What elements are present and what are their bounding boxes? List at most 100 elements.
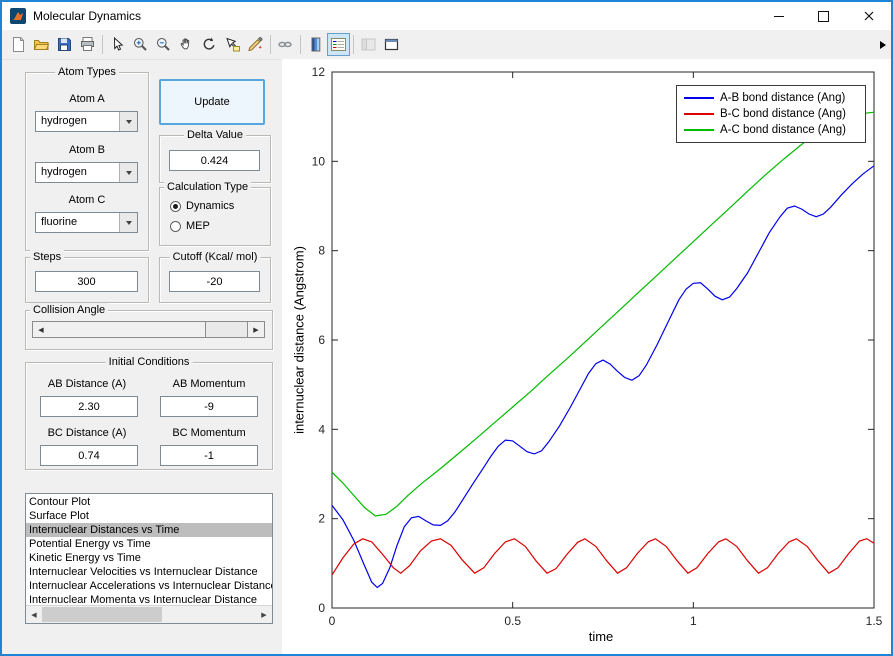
ab-momentum-label: AB Momentum bbox=[152, 378, 266, 390]
ab-distance-label: AB Distance (A) bbox=[28, 378, 146, 390]
ab-distance-input[interactable] bbox=[40, 396, 138, 417]
title-bar[interactable]: Molecular Dynamics bbox=[2, 2, 891, 30]
list-item[interactable]: Kinetic Energy vs Time bbox=[26, 551, 272, 565]
legend-line-sample-green bbox=[684, 129, 714, 131]
ab-momentum-input[interactable] bbox=[160, 396, 258, 417]
collision-angle-slider[interactable]: ◀ ▶ bbox=[32, 321, 265, 338]
svg-text:10: 10 bbox=[312, 154, 326, 168]
slider-right-arrow-icon[interactable]: ▶ bbox=[247, 322, 264, 337]
chevron-down-icon bbox=[126, 171, 132, 175]
x-axis-label: time bbox=[589, 629, 614, 644]
legend-entry: A-B bond distance (Ang) bbox=[677, 90, 865, 106]
slider-thumb[interactable] bbox=[49, 322, 206, 337]
toolbar-separator bbox=[102, 35, 103, 54]
list-item[interactable]: Potential Energy vs Time bbox=[26, 537, 272, 551]
plot-type-list[interactable]: Contour PlotSurface PlotInternuclear Dis… bbox=[25, 493, 273, 624]
data-cursor-icon[interactable] bbox=[221, 33, 244, 56]
atom-a-select[interactable]: hydrogen bbox=[35, 111, 138, 132]
atom-c-label: Atom C bbox=[26, 194, 148, 206]
atom-c-value: fluorine bbox=[41, 216, 77, 228]
close-icon bbox=[864, 11, 874, 21]
rotate-3d-icon[interactable] bbox=[198, 33, 221, 56]
radio-dynamics[interactable]: Dynamics bbox=[170, 200, 234, 212]
svg-text:0: 0 bbox=[329, 614, 336, 628]
legend-label: A-B bond distance (Ang) bbox=[720, 92, 845, 104]
toolbar-overflow-icon[interactable] bbox=[880, 41, 886, 49]
scrollbar-thumb[interactable] bbox=[42, 607, 162, 622]
list-item[interactable]: Internuclear Velocities vs Internuclear … bbox=[26, 565, 272, 579]
radio-mep-label: MEP bbox=[186, 220, 210, 232]
steps-panel: Steps bbox=[25, 257, 149, 303]
atom-b-select[interactable]: hydrogen bbox=[35, 162, 138, 183]
list-horizontal-scrollbar[interactable]: ◀ ▶ bbox=[26, 605, 272, 623]
print-figure-icon[interactable] bbox=[76, 33, 99, 56]
edit-plot-icon[interactable] bbox=[106, 33, 129, 56]
save-figure-icon[interactable] bbox=[53, 33, 76, 56]
minimize-button[interactable] bbox=[756, 2, 801, 30]
zoom-out-icon[interactable] bbox=[152, 33, 175, 56]
calculation-type-panel: Calculation Type Dynamics MEP bbox=[159, 187, 271, 246]
slider-left-arrow-icon[interactable]: ◀ bbox=[33, 322, 50, 337]
open-file-icon[interactable] bbox=[30, 33, 53, 56]
atom-a-dropdown-button[interactable] bbox=[119, 112, 137, 131]
pan-icon[interactable] bbox=[175, 33, 198, 56]
update-button[interactable]: Update bbox=[159, 79, 265, 125]
plot-axes[interactable]: 00.511.5024681012 bbox=[288, 62, 888, 654]
toolbar-separator bbox=[353, 35, 354, 54]
new-figure-icon[interactable] bbox=[7, 33, 30, 56]
delta-value-panel: Delta Value bbox=[159, 135, 271, 183]
show-plot-tools-dock-icon[interactable] bbox=[380, 33, 403, 56]
figure-window: Molecular Dynamics bbox=[0, 0, 893, 656]
cutoff-input[interactable] bbox=[169, 271, 260, 292]
atom-c-dropdown-button[interactable] bbox=[119, 213, 137, 232]
y-axis-label: internuclear distance (Angstrom) bbox=[292, 246, 307, 434]
toolbar-separator bbox=[270, 35, 271, 54]
matlab-app-icon bbox=[10, 8, 26, 24]
svg-text:0.5: 0.5 bbox=[504, 614, 521, 628]
list-item[interactable]: Surface Plot bbox=[26, 509, 272, 523]
link-plot-icon[interactable] bbox=[274, 33, 297, 56]
steps-input[interactable] bbox=[35, 271, 138, 292]
minimize-icon bbox=[774, 16, 784, 17]
atom-a-label: Atom A bbox=[26, 93, 148, 105]
cutoff-title: Cutoff (Kcal/ mol) bbox=[170, 250, 261, 264]
legend-label: B-C bond distance (Ang) bbox=[720, 108, 846, 120]
radio-button-icon bbox=[170, 221, 181, 232]
cutoff-panel: Cutoff (Kcal/ mol) bbox=[159, 257, 271, 303]
svg-text:1: 1 bbox=[690, 614, 697, 628]
insert-legend-icon[interactable] bbox=[327, 33, 350, 56]
svg-text:4: 4 bbox=[318, 422, 325, 436]
close-button[interactable] bbox=[846, 2, 891, 30]
radio-mep[interactable]: MEP bbox=[170, 220, 210, 232]
bc-momentum-input[interactable] bbox=[160, 445, 258, 466]
collision-angle-panel: Collision Angle ◀ ▶ bbox=[25, 310, 273, 350]
radio-button-icon bbox=[170, 201, 181, 212]
zoom-in-icon[interactable] bbox=[129, 33, 152, 56]
list-item[interactable]: Internuclear Distances vs Time bbox=[26, 523, 272, 537]
list-item[interactable]: Internuclear Accelerations vs Internucle… bbox=[26, 579, 272, 593]
list-item[interactable]: Contour Plot bbox=[26, 495, 272, 509]
bc-distance-input[interactable] bbox=[40, 445, 138, 466]
chevron-down-icon bbox=[126, 120, 132, 124]
hide-plot-tools-icon[interactable] bbox=[357, 33, 380, 56]
scroll-left-arrow-icon[interactable]: ◀ bbox=[26, 606, 42, 623]
atom-c-select[interactable]: fluorine bbox=[35, 212, 138, 233]
initial-conditions-title: Initial Conditions bbox=[106, 355, 193, 369]
scroll-right-arrow-icon[interactable]: ▶ bbox=[256, 606, 272, 623]
chevron-down-icon bbox=[126, 221, 132, 225]
svg-text:8: 8 bbox=[318, 244, 325, 258]
bc-momentum-label: BC Momentum bbox=[152, 427, 266, 439]
plot-legend[interactable]: A-B bond distance (Ang) B-C bond distanc… bbox=[676, 85, 866, 143]
delta-value-input[interactable] bbox=[169, 150, 260, 171]
brush-data-icon[interactable] bbox=[244, 33, 267, 56]
bc-distance-label: BC Distance (A) bbox=[28, 427, 146, 439]
insert-colorbar-icon[interactable] bbox=[304, 33, 327, 56]
legend-entry: B-C bond distance (Ang) bbox=[677, 106, 865, 122]
atom-b-dropdown-button[interactable] bbox=[119, 163, 137, 182]
maximize-button[interactable] bbox=[801, 2, 846, 30]
window-title: Molecular Dynamics bbox=[33, 9, 141, 23]
svg-text:6: 6 bbox=[318, 333, 325, 347]
svg-text:12: 12 bbox=[312, 65, 326, 79]
radio-dynamics-label: Dynamics bbox=[186, 200, 234, 212]
maximize-icon bbox=[818, 11, 829, 22]
